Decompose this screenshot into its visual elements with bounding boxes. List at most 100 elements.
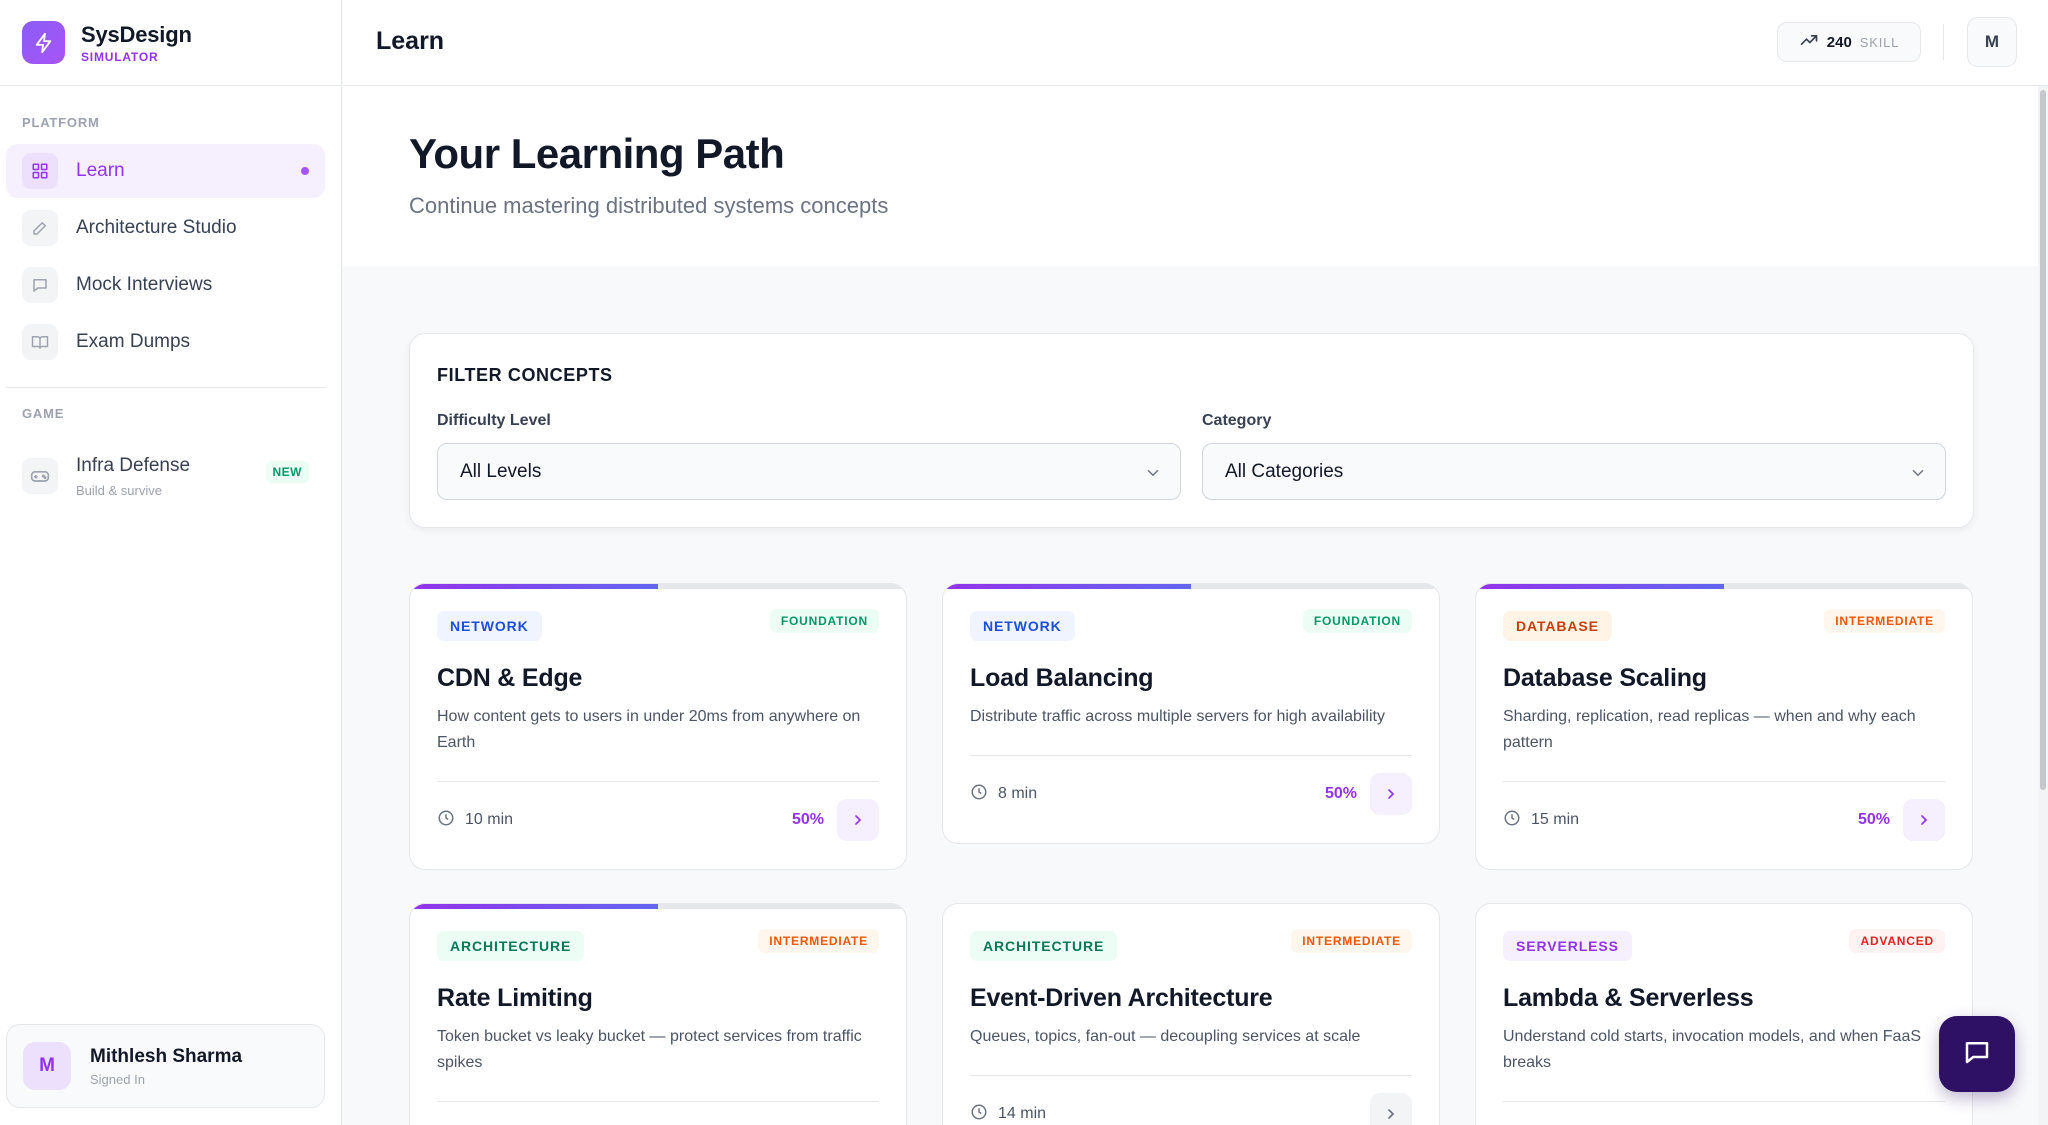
card-title: Database Scaling — [1503, 664, 1707, 692]
brand-sub: SIMULATOR — [81, 49, 159, 64]
progress-percent: 50% — [791, 811, 824, 828]
filter-panel: FILTER CONCEPTS Difficulty Level All Lev… — [409, 333, 1974, 528]
category-badge: SERVERLESS — [1503, 931, 1632, 961]
chat-button[interactable] — [1939, 1016, 2015, 1092]
card-description: Queues, topics, fan-out — decoupling ser… — [970, 1028, 1361, 1045]
category-badge: NETWORK — [437, 611, 542, 641]
difficulty-label: Difficulty Level — [437, 412, 551, 429]
chat-icon — [22, 267, 58, 303]
concept-card-database-scaling[interactable]: DATABASE INTERMEDIATE Database Scaling S… — [1475, 583, 1973, 870]
card-footer: 8 min 50% — [970, 772, 1412, 816]
duration: 8 min — [998, 785, 1038, 802]
sidebar-item-exam-dumps[interactable]: Exam Dumps — [6, 315, 325, 369]
card-footer: 10 min 50% — [437, 798, 879, 842]
sidebar-item-learn[interactable]: Learn — [6, 144, 325, 198]
level-badge: ADVANCED — [1849, 929, 1945, 953]
user-status: Signed In — [90, 1071, 145, 1087]
message-icon — [1962, 1037, 1992, 1072]
bolt-icon — [22, 21, 65, 64]
card-divider — [970, 1075, 1412, 1076]
card-footer: 14 min — [970, 1092, 1412, 1125]
clock-icon — [1503, 809, 1521, 832]
page-title: Learn — [376, 27, 445, 55]
card-description: Sharding, replication, read replicas — w… — [1503, 708, 1916, 751]
user-name: Mithlesh Sharma — [90, 1045, 243, 1067]
card-description: Understand cold starts, invocation model… — [1503, 1028, 1922, 1071]
avatar-button[interactable]: M — [1967, 17, 2017, 67]
scrollbar-thumb[interactable] — [2040, 90, 2046, 790]
card-divider — [970, 755, 1412, 756]
category-badge: DATABASE — [1503, 611, 1612, 641]
hero-subtitle: Continue mastering distributed systems c… — [409, 193, 889, 218]
sidebar-item-label: Mock Interviews — [76, 274, 213, 295]
card-title: Event-Driven Architecture — [970, 984, 1273, 1012]
card-title: Rate Limiting — [437, 984, 593, 1012]
progress-bar — [410, 584, 906, 589]
card-title: CDN & Edge — [437, 664, 583, 692]
gamepad-icon — [22, 458, 58, 494]
open-card-button[interactable] — [837, 799, 879, 841]
progress-bar — [410, 904, 906, 909]
skill-score[interactable]: 240 SKILL — [1777, 22, 1921, 62]
duration: 10 min — [465, 811, 514, 828]
card-description: Token bucket vs leaky bucket — protect s… — [437, 1028, 862, 1071]
card-divider — [1503, 1101, 1945, 1102]
card-description: How content gets to users in under 20ms … — [437, 708, 861, 751]
hero-title: Your Learning Path — [409, 130, 785, 177]
concept-card-cdn-edge[interactable]: NETWORK FOUNDATION CDN & Edge How conten… — [409, 583, 907, 870]
card-title: Lambda & Serverless — [1503, 984, 1754, 1012]
chevron-down-icon — [1144, 464, 1162, 488]
category-select[interactable]: All Categories — [1202, 443, 1946, 500]
sidebar-divider — [6, 387, 325, 388]
filter-title: FILTER CONCEPTS — [437, 365, 613, 385]
card-footer: 15 min 50% — [1503, 798, 1945, 842]
game-section-label: GAME — [22, 406, 65, 421]
sidebar-item-infra-defense[interactable]: Infra Defense Build & survive NEW — [6, 444, 325, 508]
difficulty-value: All Levels — [460, 460, 542, 482]
sidebar-item-sub: Build & survive — [76, 482, 162, 498]
clock-icon — [437, 809, 455, 832]
chevron-down-icon — [1909, 464, 1927, 488]
sidebar-item-mock-interviews[interactable]: Mock Interviews — [6, 258, 325, 312]
sidebar-item-label: Architecture Studio — [76, 217, 237, 238]
level-badge: FOUNDATION — [769, 609, 879, 633]
open-card-button[interactable] — [1370, 773, 1412, 815]
header-divider — [1943, 24, 1944, 60]
concept-card-event-driven-architecture[interactable]: ARCHITECTURE INTERMEDIATE Event-Driven A… — [942, 903, 1440, 1125]
open-card-button[interactable] — [1903, 799, 1945, 841]
difficulty-select[interactable]: All Levels — [437, 443, 1181, 500]
sidebar-item-label: Learn — [76, 160, 125, 181]
user-card[interactable]: M Mithlesh Sharma Signed In — [6, 1024, 325, 1108]
level-badge: INTERMEDIATE — [758, 929, 879, 953]
card-divider — [1503, 781, 1945, 782]
category-label: Category — [1202, 412, 1272, 429]
trending-up-icon — [1799, 30, 1819, 55]
grid-icon — [22, 153, 58, 189]
pencil-icon — [22, 210, 58, 246]
progress-bar — [943, 584, 1439, 589]
card-title: Load Balancing — [970, 664, 1154, 692]
new-badge: NEW — [265, 461, 309, 483]
concept-card-load-balancing[interactable]: NETWORK FOUNDATION Load Balancing Distri… — [942, 583, 1440, 844]
platform-section-label: PLATFORM — [22, 115, 100, 130]
card-divider — [437, 781, 879, 782]
concept-card-lambda-serverless[interactable]: SERVERLESS ADVANCED Lambda & Serverless … — [1475, 903, 1973, 1125]
active-indicator — [301, 167, 309, 175]
duration: 15 min — [1531, 811, 1580, 828]
open-card-button[interactable] — [1370, 1093, 1412, 1125]
concept-card-rate-limiting[interactable]: ARCHITECTURE INTERMEDIATE Rate Limiting … — [409, 903, 907, 1125]
clock-icon — [970, 1103, 988, 1125]
brand[interactable]: SysDesign SIMULATOR — [0, 0, 341, 86]
sidebar-item-architecture-studio[interactable]: Architecture Studio — [6, 201, 325, 255]
level-badge: INTERMEDIATE — [1291, 929, 1412, 953]
skill-label: SKILL — [1859, 34, 1900, 50]
avatar: M — [23, 1042, 71, 1090]
level-badge: FOUNDATION — [1302, 609, 1412, 633]
sidebar-item-label: Infra Defense — [76, 454, 191, 476]
hero: Your Learning Path Continue mastering di… — [343, 86, 2048, 266]
progress-bar — [1476, 584, 1972, 589]
progress-percent: 50% — [1857, 811, 1890, 828]
duration: 14 min — [998, 1105, 1047, 1122]
sidebar-item-label: Exam Dumps — [76, 331, 191, 352]
top-bar: Learn 240 SKILL M — [343, 0, 2048, 86]
